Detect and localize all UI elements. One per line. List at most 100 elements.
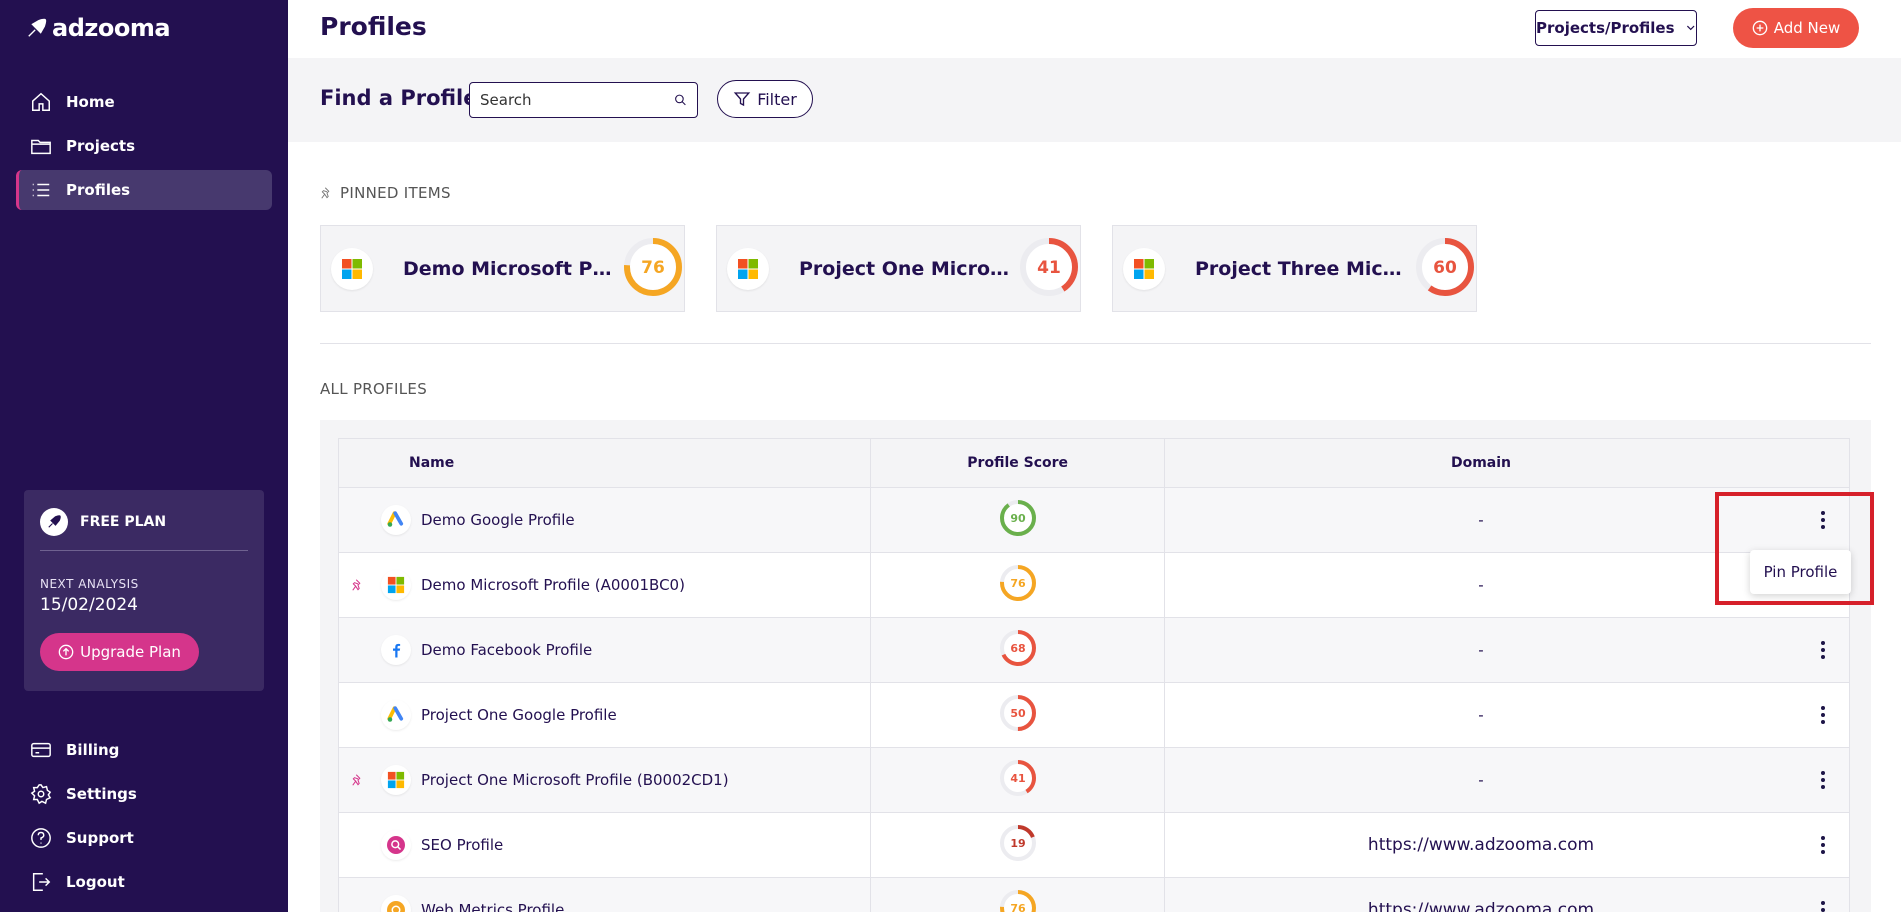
platform-icon-wrap [381, 700, 411, 730]
nav-label: Logout [66, 873, 125, 891]
profile-name[interactable]: Demo Microsoft Profile (A0001BC0) [421, 576, 685, 594]
pinned-items-label: PINNED ITEMS [340, 184, 451, 202]
gear-icon [30, 784, 52, 805]
profile-name-cell[interactable]: Demo Facebook Profile [339, 618, 872, 682]
bottom-nav: Billing Settings Support Logout [16, 730, 272, 906]
pinned-card[interactable]: Demo Microsoft Profile 76 [320, 225, 685, 312]
profile-score-cell: 50 [871, 683, 1165, 747]
pin-profile-menu-item[interactable]: Pin Profile [1750, 550, 1851, 594]
platform-icon-wrap [381, 505, 411, 535]
profile-name[interactable]: SEO Profile [421, 836, 503, 854]
search-input[interactable] [480, 91, 674, 109]
web-metrics-icon [387, 901, 405, 912]
plan-card: FREE PLAN NEXT ANALYSIS 15/02/2024 Upgra… [24, 490, 264, 691]
upgrade-plan-button[interactable]: Upgrade Plan [40, 633, 199, 671]
svg-text:41: 41 [1010, 772, 1025, 785]
nav-item-settings[interactable]: Settings [16, 774, 272, 814]
pin-icon [321, 187, 330, 199]
svg-text:19: 19 [1010, 837, 1025, 850]
table-row[interactable]: Demo Google Profile 90 - [339, 488, 1849, 553]
section-divider [320, 343, 1871, 344]
nav-item-billing[interactable]: Billing [16, 730, 272, 770]
column-header-name[interactable]: Name [339, 439, 872, 487]
actions-cell [1797, 618, 1849, 682]
filter-button[interactable]: Filter [717, 80, 813, 118]
nav-item-profiles[interactable]: Profiles [16, 170, 272, 210]
actions-cell [1797, 878, 1849, 912]
next-analysis-label: NEXT ANALYSIS [40, 577, 139, 591]
search-icon[interactable] [674, 91, 687, 109]
add-new-button[interactable]: Add New [1733, 8, 1859, 48]
table-row[interactable]: Project One Microsoft Profile (B0002CD1)… [339, 748, 1849, 813]
table-row[interactable]: Demo Facebook Profile 68 - [339, 618, 1849, 683]
pin-slot [347, 578, 369, 592]
pin-icon[interactable] [351, 773, 365, 787]
microsoft-logo-icon [1123, 247, 1165, 290]
nav-item-home[interactable]: Home [16, 82, 272, 122]
pin-icon[interactable] [351, 578, 365, 592]
page-title: Profiles [320, 12, 427, 41]
logo-text: adzooma [52, 14, 171, 42]
profile-name-cell[interactable]: Project One Google Profile [339, 683, 872, 747]
more-options-icon[interactable] [1813, 833, 1833, 857]
domain-cell: - [1165, 553, 1797, 617]
microsoft-logo-icon [387, 576, 405, 594]
facebook-icon [393, 643, 401, 658]
domain-value: - [1478, 706, 1484, 724]
nav-item-support[interactable]: Support [16, 818, 272, 858]
microsoft-logo-icon [331, 247, 373, 290]
home-icon [32, 92, 50, 111]
profile-name-cell[interactable]: Demo Microsoft Profile (A0001BC0) [339, 553, 872, 617]
profile-name[interactable]: Demo Google Profile [421, 511, 575, 529]
score-gauge: 19 [999, 825, 1036, 865]
seo-search-icon [387, 836, 405, 854]
profile-name-cell[interactable]: SEO Profile [339, 813, 872, 877]
more-options-icon[interactable] [1813, 898, 1833, 912]
adzooma-logo[interactable]: adzooma [26, 14, 171, 42]
column-header-actions [1797, 439, 1849, 487]
pinned-card-name: Project One Microsoft Profile [799, 257, 1014, 280]
column-header-score[interactable]: Profile Score [871, 439, 1165, 487]
score-gauge: 60 [1416, 237, 1474, 300]
more-options-icon[interactable] [1813, 768, 1833, 792]
svg-text:90: 90 [1010, 512, 1026, 525]
profile-name[interactable]: Project One Microsoft Profile (B0002CD1) [421, 771, 729, 789]
score-gauge: 50 [999, 695, 1036, 735]
profile-name[interactable]: Project One Google Profile [421, 706, 617, 724]
nav-item-projects[interactable]: Projects [16, 126, 272, 166]
profile-name[interactable]: Demo Facebook Profile [421, 641, 592, 659]
profile-score-cell: 68 [871, 618, 1165, 682]
project-profile-select[interactable]: Projects/Profiles [1535, 10, 1697, 46]
nav-label: Billing [66, 741, 120, 759]
table-row[interactable]: SEO Profile 19 https://www.adzooma.com [339, 813, 1849, 878]
svg-text:41: 41 [1037, 257, 1061, 277]
svg-text:60: 60 [1433, 257, 1457, 277]
profiles-table-container: Name Profile Score Domain Demo Google Pr… [320, 420, 1871, 912]
search-box [469, 82, 698, 118]
table-row[interactable]: Web Metrics Profile 76 https://www.adzooma… [339, 878, 1849, 912]
list-icon [32, 183, 50, 197]
nav-label: Profiles [66, 181, 131, 199]
pinned-card[interactable]: Project Three Microsoft Profile 60 [1112, 225, 1477, 312]
profiles-table: Name Profile Score Domain Demo Google Pr… [338, 438, 1850, 912]
svg-text:50: 50 [1010, 707, 1026, 720]
pinned-card[interactable]: Project One Microsoft Profile 41 [716, 225, 1081, 312]
table-row[interactable]: Demo Microsoft Profile (A0001BC0) 76 - [339, 553, 1849, 618]
profile-name-cell[interactable]: Demo Google Profile [339, 488, 872, 552]
score-gauge: 90 [999, 500, 1036, 540]
add-new-label: Add New [1773, 19, 1841, 37]
table-row[interactable]: Project One Google Profile 50 - [339, 683, 1849, 748]
platform-icon-wrap [381, 570, 411, 600]
nav-item-logout[interactable]: Logout [16, 862, 272, 902]
google-ads-icon [387, 706, 404, 722]
domain-value: - [1478, 511, 1484, 529]
column-header-domain[interactable]: Domain [1165, 439, 1797, 487]
rocket-icon [40, 508, 68, 536]
profile-name-cell[interactable]: Web Metrics Profile [339, 878, 872, 912]
more-options-icon[interactable] [1813, 508, 1833, 532]
more-options-icon[interactable] [1813, 703, 1833, 727]
profile-name[interactable]: Web Metrics Profile [421, 901, 564, 912]
profile-name-cell[interactable]: Project One Microsoft Profile (B0002CD1) [339, 748, 872, 812]
table-body: Demo Google Profile 90- Demo Microsoft Pro… [339, 488, 1849, 912]
more-options-icon[interactable] [1813, 638, 1833, 662]
